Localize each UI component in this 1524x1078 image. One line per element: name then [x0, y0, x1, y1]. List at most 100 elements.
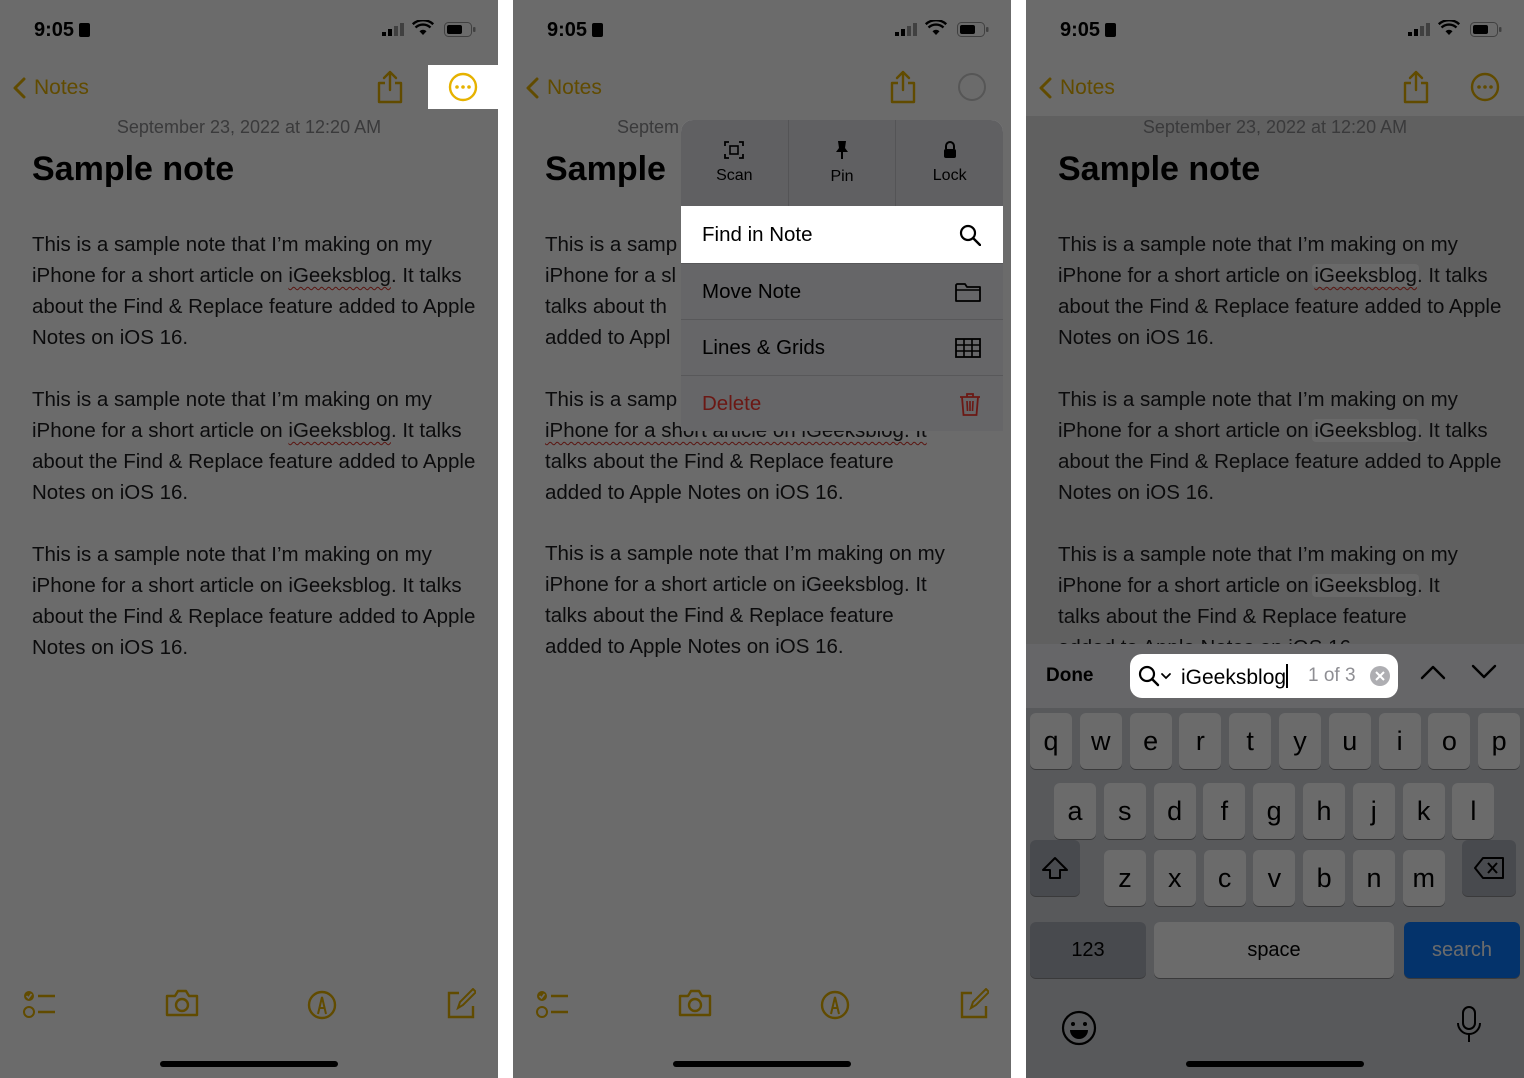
note-date: September 23, 2022 at 12:20 AM	[116, 117, 382, 137]
key-p[interactable]: p	[1478, 713, 1521, 769]
search-match: iGeeksblog	[1312, 264, 1419, 287]
share-icon[interactable]	[1402, 70, 1430, 104]
key-i[interactable]: i	[1378, 713, 1421, 769]
backspace-key[interactable]	[1462, 840, 1516, 896]
checklist-icon[interactable]	[535, 988, 569, 1020]
key-l[interactable]: l	[1452, 783, 1495, 839]
markup-pen-icon[interactable]	[307, 988, 337, 1020]
grid-icon	[955, 337, 981, 358]
nav-bar: Notes	[513, 66, 1011, 110]
home-indicator	[673, 1061, 851, 1067]
key-g[interactable]: g	[1253, 783, 1296, 839]
menu-move-note[interactable]: Move Note	[681, 263, 1003, 319]
home-indicator	[1186, 1061, 1364, 1067]
share-icon[interactable]	[376, 70, 404, 104]
menu-delete-label: Delete	[702, 391, 762, 415]
key-f[interactable]: f	[1203, 783, 1246, 839]
shift-key[interactable]	[1030, 840, 1080, 896]
folder-icon	[955, 282, 981, 302]
space-key[interactable]: space	[1154, 922, 1394, 978]
cellular-signal-icon	[382, 23, 404, 36]
previous-match-button[interactable]	[1420, 664, 1446, 685]
status-bar: 9:05	[1026, 0, 1524, 60]
camera-icon[interactable]	[677, 988, 713, 1018]
phone-screen-1: 9:05 Notes September 23, 2022 at 12:20 A…	[0, 0, 498, 1078]
back-button[interactable]: Notes	[1038, 76, 1115, 100]
status-bar: 9:05	[513, 0, 1011, 60]
home-indicator	[160, 1061, 338, 1067]
microphone-icon[interactable]	[1456, 1006, 1482, 1044]
menu-lines-label: Lines & Grids	[702, 335, 826, 359]
keyboard: qwertyuiop asdfghjkl zxcvbnm 123 space s…	[1026, 708, 1524, 1078]
note-paragraph: This is a sample note that I’m making on…	[1058, 543, 1458, 644]
camera-icon[interactable]	[164, 988, 200, 1018]
note-paragraph: This is a sample note that I’m making on…	[1058, 233, 1502, 349]
nav-bar: Notes	[0, 66, 498, 110]
key-j[interactable]: j	[1352, 783, 1395, 839]
back-button[interactable]: Notes	[525, 76, 602, 100]
key-m[interactable]: m	[1402, 850, 1445, 906]
key-n[interactable]: n	[1353, 850, 1395, 906]
wifi-icon	[925, 20, 947, 35]
compose-icon[interactable]	[959, 988, 989, 1020]
key-x[interactable]: x	[1153, 850, 1196, 906]
battery-icon	[1470, 22, 1502, 37]
scan-document-icon	[724, 141, 745, 159]
key-r[interactable]: r	[1179, 713, 1222, 769]
menu-pin-button[interactable]: Pin	[789, 120, 897, 206]
note-paragraph: This is a sample note that I’m making on…	[32, 388, 476, 504]
menu-pin-label: Pin	[830, 168, 854, 185]
done-button[interactable]: Done	[1046, 665, 1094, 687]
emoji-icon[interactable]	[1061, 1010, 1097, 1046]
compose-icon[interactable]	[446, 988, 476, 1020]
key-a[interactable]: a	[1054, 783, 1096, 839]
menu-find-in-note[interactable]: Find in Note	[681, 206, 1003, 263]
menu-find-label: Find in Note	[702, 222, 813, 246]
key-q[interactable]: q	[1030, 713, 1072, 769]
key-h[interactable]: h	[1303, 783, 1345, 839]
menu-move-label: Move Note	[702, 279, 802, 303]
trash-icon	[960, 392, 980, 416]
search-key[interactable]: search	[1404, 922, 1520, 978]
next-match-button[interactable]	[1471, 664, 1497, 685]
more-options-menu: Scan Pin Lock Find in Note Move Note Lin…	[681, 120, 1003, 431]
nav-bar: Notes	[1026, 66, 1524, 110]
ellipsis-circle-icon[interactable]	[957, 72, 987, 102]
share-icon[interactable]	[889, 70, 917, 104]
menu-scan-button[interactable]: Scan	[681, 120, 789, 206]
key-y[interactable]: y	[1279, 713, 1321, 769]
chevron-up-icon	[1420, 665, 1446, 680]
markup-pen-icon[interactable]	[820, 988, 850, 1020]
find-bar: Done	[1026, 644, 1524, 708]
note-title-partial: Sample	[545, 150, 666, 188]
key-w[interactable]: w	[1079, 713, 1122, 769]
ellipsis-circle-icon[interactable]	[1470, 72, 1500, 102]
key-e[interactable]: e	[1129, 713, 1172, 769]
backspace-icon	[1474, 857, 1504, 879]
checklist-icon[interactable]	[22, 988, 56, 1020]
key-b[interactable]: b	[1303, 850, 1346, 906]
key-v[interactable]: v	[1253, 850, 1296, 906]
more-options-button-highlighted[interactable]	[428, 65, 498, 109]
key-z[interactable]: z	[1104, 850, 1146, 906]
sim-icon	[1105, 23, 1117, 37]
back-button[interactable]: Notes	[12, 76, 89, 100]
key-s[interactable]: s	[1103, 783, 1146, 839]
key-d[interactable]: d	[1153, 783, 1196, 839]
status-bar: 9:05	[0, 0, 498, 60]
menu-lock-button[interactable]: Lock	[896, 120, 1003, 206]
chevron-left-icon	[13, 77, 26, 99]
key-k[interactable]: k	[1402, 783, 1445, 839]
key-o[interactable]: o	[1428, 713, 1471, 769]
numbers-key[interactable]: 123	[1030, 922, 1146, 978]
menu-delete[interactable]: Delete	[681, 375, 1003, 431]
lock-icon	[943, 141, 956, 158]
menu-lines-grids[interactable]: Lines & Grids	[681, 319, 1003, 375]
key-t[interactable]: t	[1229, 713, 1272, 769]
menu-lock-label: Lock	[932, 167, 967, 184]
key-c[interactable]: c	[1203, 850, 1246, 906]
cellular-signal-icon	[895, 23, 917, 36]
search-match: iGeeksblog	[1312, 419, 1419, 442]
key-u[interactable]: u	[1328, 713, 1371, 769]
back-label: Notes	[547, 76, 602, 99]
